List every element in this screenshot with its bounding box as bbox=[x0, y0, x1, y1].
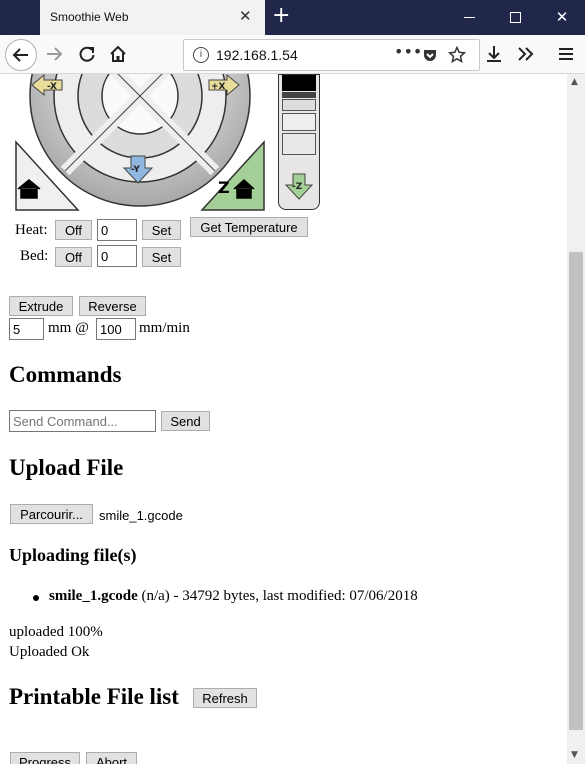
browse-button[interactable]: Parcourir... bbox=[10, 504, 93, 524]
jog-minus-y-icon[interactable]: -Y bbox=[122, 154, 154, 184]
address-bar[interactable]: i 192.168.1.54 ••• bbox=[183, 39, 480, 71]
maximize-icon[interactable] bbox=[493, 0, 539, 35]
scroll-up-icon[interactable]: ▲ bbox=[571, 77, 578, 87]
overflow-icon[interactable] bbox=[511, 39, 541, 69]
home-z-icon[interactable] bbox=[232, 178, 256, 200]
jog-minus-z-label: -Z bbox=[292, 182, 303, 192]
bed-off-button[interactable]: Off bbox=[55, 247, 92, 267]
abort-button[interactable]: Abort bbox=[86, 752, 137, 764]
heat-set-button[interactable]: Set bbox=[142, 220, 181, 240]
printable-file-list-heading: Printable File list bbox=[9, 684, 179, 709]
upload-file-heading: Upload File bbox=[9, 455, 124, 480]
bullet bbox=[33, 595, 39, 601]
send-command-button[interactable]: Send bbox=[161, 411, 210, 431]
mm-at-label: mm @ bbox=[48, 320, 89, 336]
heat-label: Heat: bbox=[15, 222, 48, 238]
jog-minus-z-icon[interactable]: -Z bbox=[283, 172, 315, 200]
commands-heading: Commands bbox=[9, 362, 122, 387]
reload-icon[interactable] bbox=[72, 39, 102, 69]
scrollbar-thumb[interactable] bbox=[569, 252, 583, 730]
extrude-length-input[interactable] bbox=[9, 318, 44, 340]
reverse-button[interactable]: Reverse bbox=[79, 296, 146, 316]
speed-unit-label: mm/min bbox=[139, 320, 190, 336]
send-command-input[interactable] bbox=[9, 410, 156, 432]
window-close-icon[interactable]: ✕ bbox=[539, 0, 585, 35]
bed-set-button[interactable]: Set bbox=[142, 247, 181, 267]
vertical-scrollbar[interactable]: ▲ ▼ bbox=[567, 74, 585, 764]
get-temperature-button[interactable]: Get Temperature bbox=[190, 217, 308, 237]
jog-plus-x-label: +X bbox=[211, 82, 226, 92]
home-all-icon[interactable] bbox=[16, 178, 42, 200]
extrude-button[interactable]: Extrude bbox=[9, 296, 73, 316]
bed-label: Bed: bbox=[20, 248, 49, 264]
upload-status-text: Uploaded Ok bbox=[9, 644, 90, 660]
heat-off-button[interactable]: Off bbox=[55, 220, 92, 240]
download-icon[interactable] bbox=[479, 39, 509, 69]
menu-icon[interactable] bbox=[551, 39, 581, 69]
jog-plus-x-icon[interactable]: +X bbox=[207, 74, 241, 96]
tab-title: Smoothie Web bbox=[50, 10, 129, 24]
upload-file-name: smile_1.gcode bbox=[49, 588, 138, 604]
star-icon[interactable] bbox=[448, 46, 466, 64]
minimize-icon[interactable] bbox=[447, 0, 493, 35]
page-content: -X +X -Y Z -Z Heat: Off Set Get Temperat… bbox=[0, 74, 567, 764]
info-icon[interactable]: i bbox=[193, 47, 209, 63]
jog-minus-x-label: -X bbox=[47, 82, 57, 92]
browser-tab[interactable]: Smoothie Web ✕ bbox=[40, 0, 265, 35]
upload-file-details: (n/a) - 34792 bytes, last modified: 07/0… bbox=[137, 588, 418, 604]
new-tab-icon[interactable]: + bbox=[272, 3, 290, 29]
forward-icon[interactable] bbox=[40, 39, 70, 69]
extrude-speed-input[interactable] bbox=[96, 318, 136, 340]
scroll-down-icon[interactable]: ▼ bbox=[571, 750, 578, 760]
selected-filename: smile_1.gcode bbox=[99, 508, 183, 523]
close-tab-icon[interactable]: ✕ bbox=[239, 7, 252, 25]
home-z-label: Z bbox=[218, 178, 230, 197]
bed-temperature-input[interactable] bbox=[97, 245, 137, 267]
home-icon[interactable] bbox=[103, 39, 133, 69]
upload-progress-text: uploaded 100% bbox=[9, 624, 103, 640]
jog-minus-x-icon[interactable]: -X bbox=[30, 74, 64, 96]
title-bar: Smoothie Web ✕ + ✕ bbox=[0, 0, 585, 35]
heat-temperature-input[interactable] bbox=[97, 219, 137, 241]
refresh-button[interactable]: Refresh bbox=[193, 688, 257, 708]
url-text: 192.168.1.54 bbox=[216, 47, 298, 63]
jog-minus-y-label: -Y bbox=[131, 165, 140, 175]
uploading-files-heading: Uploading file(s) bbox=[9, 545, 137, 565]
back-icon[interactable] bbox=[5, 39, 37, 71]
progress-button[interactable]: Progress bbox=[10, 752, 80, 764]
more-icon[interactable]: ••• bbox=[394, 42, 422, 61]
pocket-icon[interactable] bbox=[422, 47, 438, 63]
